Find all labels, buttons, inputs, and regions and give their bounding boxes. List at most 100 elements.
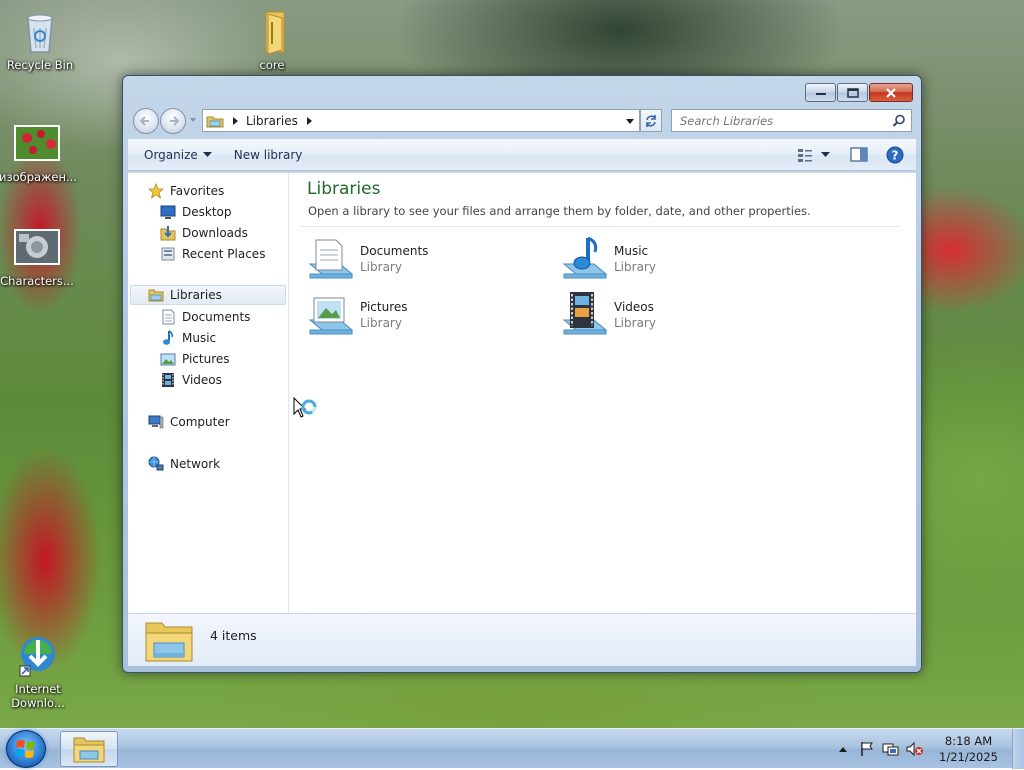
- explorer-window[interactable]: Libraries Organize New: [122, 75, 922, 673]
- desktop-icon-recycle-bin[interactable]: Recycle Bin: [2, 8, 78, 72]
- search-box[interactable]: [671, 109, 912, 132]
- nav-label: Pictures: [182, 352, 230, 366]
- chevron-down-icon: [821, 151, 830, 157]
- navigation-pane[interactable]: Favorites Desktop Downloads Recent Place…: [128, 173, 289, 613]
- explorer-icon: [73, 737, 105, 763]
- show-desktop-button[interactable]: [1012, 729, 1024, 769]
- nav-label: Downloads: [182, 226, 248, 240]
- desktop-icon-label: Characters...: [0, 274, 74, 288]
- libraries-icon: [206, 116, 224, 127]
- start-button[interactable]: [6, 730, 46, 768]
- breadcrumb-separator-icon[interactable]: [230, 116, 240, 126]
- windows-logo-icon: [15, 740, 35, 758]
- minimize-button[interactable]: [805, 83, 836, 102]
- search-input[interactable]: [678, 112, 892, 129]
- clock-time: 8:18 AM: [944, 734, 993, 748]
- library-documents[interactable]: Documents Library: [306, 233, 536, 285]
- flag-icon: [861, 742, 873, 756]
- restore-icon: [846, 87, 859, 98]
- organize-button[interactable]: Organize: [134, 139, 222, 170]
- show-hidden-icons-button[interactable]: [833, 739, 853, 759]
- close-icon: [886, 87, 896, 98]
- desktop-icon-label: Internet Downlo...: [11, 682, 65, 710]
- organize-label: Organize: [144, 147, 198, 162]
- busy-cursor-icon: [293, 396, 317, 418]
- back-button[interactable]: [133, 108, 159, 134]
- nav-item-network[interactable]: Network: [148, 454, 220, 474]
- desktop-icon-label: изображен...: [0, 170, 77, 184]
- back-arrow-icon: [139, 116, 149, 126]
- nav-label: Desktop: [182, 205, 232, 219]
- library-videos[interactable]: Videos Library: [560, 289, 790, 341]
- nav-item-computer[interactable]: Computer: [148, 412, 230, 432]
- clock-date: 1/21/2025: [939, 750, 998, 764]
- nav-item-pictures[interactable]: Pictures: [160, 349, 230, 369]
- close-button[interactable]: [869, 83, 913, 102]
- breadcrumb-separator-icon[interactable]: [304, 116, 314, 126]
- search-icon[interactable]: [892, 114, 906, 128]
- preview-pane-button[interactable]: [840, 139, 878, 170]
- minimize-icon: [815, 92, 826, 95]
- address-row: Libraries: [132, 107, 912, 135]
- action-center-button[interactable]: [857, 739, 877, 759]
- content-area: Favorites Desktop Downloads Recent Place…: [128, 172, 916, 613]
- maximize-button[interactable]: [837, 83, 868, 102]
- volume-button[interactable]: [905, 739, 925, 759]
- nav-item-videos[interactable]: Videos: [160, 370, 222, 390]
- nav-label: Videos: [182, 373, 222, 387]
- refresh-button[interactable]: [640, 109, 662, 132]
- library-name: Pictures: [360, 300, 408, 314]
- view-dropdown-button[interactable]: [817, 139, 840, 170]
- nav-item-music[interactable]: Music: [160, 328, 216, 348]
- new-library-button[interactable]: New library: [224, 139, 313, 170]
- item-count: 4 items: [210, 627, 257, 643]
- image-thumbnail-icon: [13, 224, 61, 272]
- nav-item-documents[interactable]: Documents: [160, 307, 250, 327]
- clock[interactable]: 8:18 AM 1/21/2025: [939, 733, 998, 765]
- nav-item-libraries[interactable]: Libraries: [130, 285, 286, 305]
- window-controls: [805, 83, 913, 102]
- library-type: Library: [360, 260, 402, 274]
- header-divider: [300, 226, 900, 227]
- view-options-icon: [798, 148, 812, 162]
- taskbar-explorer-button[interactable]: [60, 731, 118, 767]
- recent-pages-dropdown[interactable]: [190, 118, 196, 122]
- desktop-icon: [160, 205, 176, 219]
- nav-item-recent-places[interactable]: Recent Places: [160, 244, 265, 264]
- nav-item-favorites[interactable]: Favorites: [148, 181, 224, 201]
- videos-icon: [162, 373, 174, 387]
- network-status-icon: [882, 743, 899, 756]
- nav-label: Network: [170, 457, 221, 471]
- nav-item-desktop[interactable]: Desktop: [160, 202, 232, 222]
- page-subtitle: Open a library to see your files and arr…: [308, 204, 811, 218]
- address-dropdown-icon[interactable]: [625, 117, 635, 125]
- system-tray: 8:18 AM 1/21/2025: [833, 729, 1024, 769]
- recent-places-icon: [161, 247, 175, 261]
- desktop-icon-core[interactable]: core: [234, 8, 310, 72]
- star-icon: [148, 183, 164, 199]
- image-thumbnail-icon: [13, 120, 61, 168]
- network-status-button[interactable]: [881, 739, 901, 759]
- library-type: Library: [614, 260, 656, 274]
- breadcrumb-libraries[interactable]: Libraries: [246, 114, 298, 128]
- file-list-pane[interactable]: Libraries Open a library to see your fil…: [290, 173, 916, 613]
- taskbar: 8:18 AM 1/21/2025: [0, 728, 1024, 769]
- address-bar[interactable]: Libraries: [202, 109, 640, 132]
- busy-cursor: [293, 396, 321, 428]
- desktop-icon-image[interactable]: изображен...: [0, 120, 77, 184]
- documents-icon: [162, 309, 175, 325]
- desktop-icon-characters[interactable]: Characters...: [0, 224, 75, 288]
- libraries-folder-icon: [145, 622, 193, 662]
- chevron-down-icon: [202, 151, 212, 157]
- desktop-icon-label: core: [259, 58, 285, 72]
- desktop-icon-internet-download[interactable]: Internet Downlo...: [0, 632, 76, 710]
- forward-button[interactable]: [160, 108, 186, 134]
- new-library-label: New library: [233, 147, 303, 162]
- music-library-icon: [562, 236, 608, 279]
- change-view-button[interactable]: [793, 139, 817, 170]
- library-name: Music: [614, 244, 649, 258]
- library-music[interactable]: Music Library: [560, 233, 790, 285]
- help-button[interactable]: ?: [878, 139, 916, 170]
- nav-item-downloads[interactable]: Downloads: [160, 223, 248, 243]
- library-pictures[interactable]: Pictures Library: [306, 289, 536, 341]
